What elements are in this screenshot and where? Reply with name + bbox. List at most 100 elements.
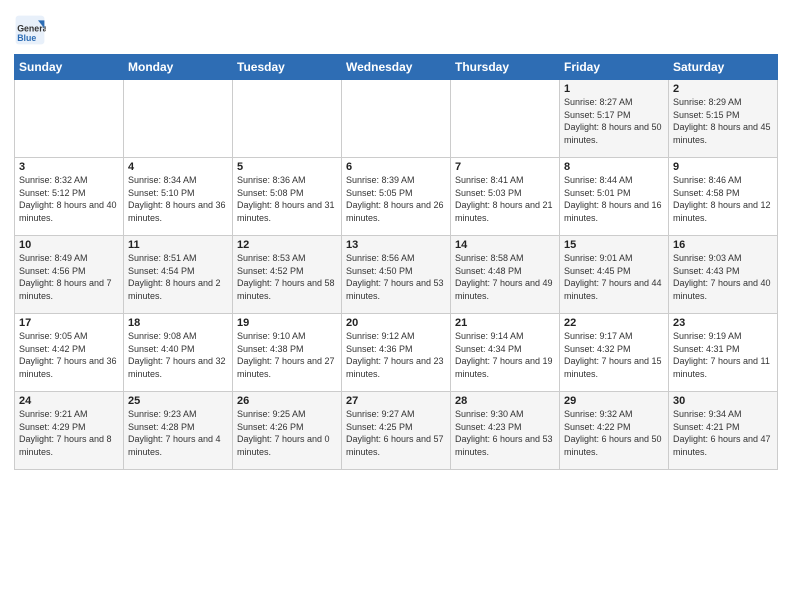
- day-info: Sunrise: 8:56 AM Sunset: 4:50 PM Dayligh…: [346, 252, 446, 302]
- day-info: Sunrise: 8:39 AM Sunset: 5:05 PM Dayligh…: [346, 174, 446, 224]
- day-info: Sunrise: 9:17 AM Sunset: 4:32 PM Dayligh…: [564, 330, 664, 380]
- day-number: 17: [19, 317, 119, 329]
- day-number: 16: [673, 239, 773, 251]
- calendar-cell: 12Sunrise: 8:53 AM Sunset: 4:52 PM Dayli…: [233, 236, 342, 314]
- day-info: Sunrise: 9:08 AM Sunset: 4:40 PM Dayligh…: [128, 330, 228, 380]
- day-info: Sunrise: 9:14 AM Sunset: 4:34 PM Dayligh…: [455, 330, 555, 380]
- day-number: 8: [564, 161, 664, 173]
- calendar-cell: 18Sunrise: 9:08 AM Sunset: 4:40 PM Dayli…: [124, 314, 233, 392]
- day-info: Sunrise: 9:21 AM Sunset: 4:29 PM Dayligh…: [19, 408, 119, 458]
- calendar-cell: 6Sunrise: 8:39 AM Sunset: 5:05 PM Daylig…: [342, 158, 451, 236]
- day-info: Sunrise: 8:53 AM Sunset: 4:52 PM Dayligh…: [237, 252, 337, 302]
- day-info: Sunrise: 9:12 AM Sunset: 4:36 PM Dayligh…: [346, 330, 446, 380]
- day-info: Sunrise: 8:51 AM Sunset: 4:54 PM Dayligh…: [128, 252, 228, 302]
- col-header-wednesday: Wednesday: [342, 55, 451, 80]
- calendar-cell: 17Sunrise: 9:05 AM Sunset: 4:42 PM Dayli…: [15, 314, 124, 392]
- day-info: Sunrise: 9:19 AM Sunset: 4:31 PM Dayligh…: [673, 330, 773, 380]
- day-info: Sunrise: 9:30 AM Sunset: 4:23 PM Dayligh…: [455, 408, 555, 458]
- day-number: 13: [346, 239, 446, 251]
- day-info: Sunrise: 8:34 AM Sunset: 5:10 PM Dayligh…: [128, 174, 228, 224]
- day-number: 20: [346, 317, 446, 329]
- day-info: Sunrise: 8:32 AM Sunset: 5:12 PM Dayligh…: [19, 174, 119, 224]
- day-number: 29: [564, 395, 664, 407]
- calendar-cell: 20Sunrise: 9:12 AM Sunset: 4:36 PM Dayli…: [342, 314, 451, 392]
- calendar-cell: [15, 80, 124, 158]
- day-number: 1: [564, 83, 664, 95]
- day-number: 22: [564, 317, 664, 329]
- calendar-cell: 19Sunrise: 9:10 AM Sunset: 4:38 PM Dayli…: [233, 314, 342, 392]
- day-info: Sunrise: 8:29 AM Sunset: 5:15 PM Dayligh…: [673, 96, 773, 146]
- calendar-cell: 14Sunrise: 8:58 AM Sunset: 4:48 PM Dayli…: [451, 236, 560, 314]
- calendar-table: SundayMondayTuesdayWednesdayThursdayFrid…: [14, 54, 778, 470]
- day-number: 21: [455, 317, 555, 329]
- calendar-cell: 22Sunrise: 9:17 AM Sunset: 4:32 PM Dayli…: [560, 314, 669, 392]
- calendar-cell: 15Sunrise: 9:01 AM Sunset: 4:45 PM Dayli…: [560, 236, 669, 314]
- day-number: 10: [19, 239, 119, 251]
- day-info: Sunrise: 8:44 AM Sunset: 5:01 PM Dayligh…: [564, 174, 664, 224]
- calendar-cell: 13Sunrise: 8:56 AM Sunset: 4:50 PM Dayli…: [342, 236, 451, 314]
- day-number: 11: [128, 239, 228, 251]
- calendar-cell: 27Sunrise: 9:27 AM Sunset: 4:25 PM Dayli…: [342, 392, 451, 470]
- logo-icon: General Blue: [14, 14, 46, 46]
- day-number: 26: [237, 395, 337, 407]
- day-number: 4: [128, 161, 228, 173]
- calendar-week-row: 24Sunrise: 9:21 AM Sunset: 4:29 PM Dayli…: [15, 392, 778, 470]
- day-number: 24: [19, 395, 119, 407]
- day-number: 15: [564, 239, 664, 251]
- calendar-cell: 25Sunrise: 9:23 AM Sunset: 4:28 PM Dayli…: [124, 392, 233, 470]
- day-number: 30: [673, 395, 773, 407]
- calendar-cell: 30Sunrise: 9:34 AM Sunset: 4:21 PM Dayli…: [669, 392, 778, 470]
- calendar-week-row: 17Sunrise: 9:05 AM Sunset: 4:42 PM Dayli…: [15, 314, 778, 392]
- day-info: Sunrise: 8:49 AM Sunset: 4:56 PM Dayligh…: [19, 252, 119, 302]
- calendar-cell: 4Sunrise: 8:34 AM Sunset: 5:10 PM Daylig…: [124, 158, 233, 236]
- calendar-week-row: 3Sunrise: 8:32 AM Sunset: 5:12 PM Daylig…: [15, 158, 778, 236]
- day-info: Sunrise: 9:10 AM Sunset: 4:38 PM Dayligh…: [237, 330, 337, 380]
- day-info: Sunrise: 9:32 AM Sunset: 4:22 PM Dayligh…: [564, 408, 664, 458]
- calendar-cell: 11Sunrise: 8:51 AM Sunset: 4:54 PM Dayli…: [124, 236, 233, 314]
- col-header-thursday: Thursday: [451, 55, 560, 80]
- day-info: Sunrise: 9:23 AM Sunset: 4:28 PM Dayligh…: [128, 408, 228, 458]
- calendar-cell: 7Sunrise: 8:41 AM Sunset: 5:03 PM Daylig…: [451, 158, 560, 236]
- calendar-cell: 3Sunrise: 8:32 AM Sunset: 5:12 PM Daylig…: [15, 158, 124, 236]
- col-header-tuesday: Tuesday: [233, 55, 342, 80]
- logo: General Blue: [14, 14, 48, 46]
- calendar-cell: [342, 80, 451, 158]
- calendar-cell: 28Sunrise: 9:30 AM Sunset: 4:23 PM Dayli…: [451, 392, 560, 470]
- day-number: 25: [128, 395, 228, 407]
- day-number: 7: [455, 161, 555, 173]
- col-header-monday: Monday: [124, 55, 233, 80]
- calendar-cell: 2Sunrise: 8:29 AM Sunset: 5:15 PM Daylig…: [669, 80, 778, 158]
- day-number: 6: [346, 161, 446, 173]
- day-number: 27: [346, 395, 446, 407]
- col-header-sunday: Sunday: [15, 55, 124, 80]
- day-number: 28: [455, 395, 555, 407]
- calendar-cell: [451, 80, 560, 158]
- calendar-cell: 21Sunrise: 9:14 AM Sunset: 4:34 PM Dayli…: [451, 314, 560, 392]
- calendar-cell: 26Sunrise: 9:25 AM Sunset: 4:26 PM Dayli…: [233, 392, 342, 470]
- col-header-saturday: Saturday: [669, 55, 778, 80]
- day-number: 5: [237, 161, 337, 173]
- header: General Blue: [14, 10, 778, 46]
- calendar-cell: 16Sunrise: 9:03 AM Sunset: 4:43 PM Dayli…: [669, 236, 778, 314]
- day-info: Sunrise: 8:46 AM Sunset: 4:58 PM Dayligh…: [673, 174, 773, 224]
- day-number: 9: [673, 161, 773, 173]
- calendar-cell: 10Sunrise: 8:49 AM Sunset: 4:56 PM Dayli…: [15, 236, 124, 314]
- day-number: 23: [673, 317, 773, 329]
- calendar-cell: 8Sunrise: 8:44 AM Sunset: 5:01 PM Daylig…: [560, 158, 669, 236]
- calendar-cell: 29Sunrise: 9:32 AM Sunset: 4:22 PM Dayli…: [560, 392, 669, 470]
- day-number: 14: [455, 239, 555, 251]
- day-info: Sunrise: 9:03 AM Sunset: 4:43 PM Dayligh…: [673, 252, 773, 302]
- day-number: 2: [673, 83, 773, 95]
- day-info: Sunrise: 9:27 AM Sunset: 4:25 PM Dayligh…: [346, 408, 446, 458]
- day-info: Sunrise: 8:27 AM Sunset: 5:17 PM Dayligh…: [564, 96, 664, 146]
- svg-text:General: General: [17, 24, 46, 34]
- main-container: General Blue SundayMondayTuesdayWednesda…: [0, 0, 792, 476]
- day-info: Sunrise: 9:05 AM Sunset: 4:42 PM Dayligh…: [19, 330, 119, 380]
- calendar-cell: 1Sunrise: 8:27 AM Sunset: 5:17 PM Daylig…: [560, 80, 669, 158]
- calendar-cell: 23Sunrise: 9:19 AM Sunset: 4:31 PM Dayli…: [669, 314, 778, 392]
- calendar-week-row: 10Sunrise: 8:49 AM Sunset: 4:56 PM Dayli…: [15, 236, 778, 314]
- day-info: Sunrise: 9:01 AM Sunset: 4:45 PM Dayligh…: [564, 252, 664, 302]
- day-info: Sunrise: 8:36 AM Sunset: 5:08 PM Dayligh…: [237, 174, 337, 224]
- day-info: Sunrise: 9:25 AM Sunset: 4:26 PM Dayligh…: [237, 408, 337, 458]
- calendar-cell: [233, 80, 342, 158]
